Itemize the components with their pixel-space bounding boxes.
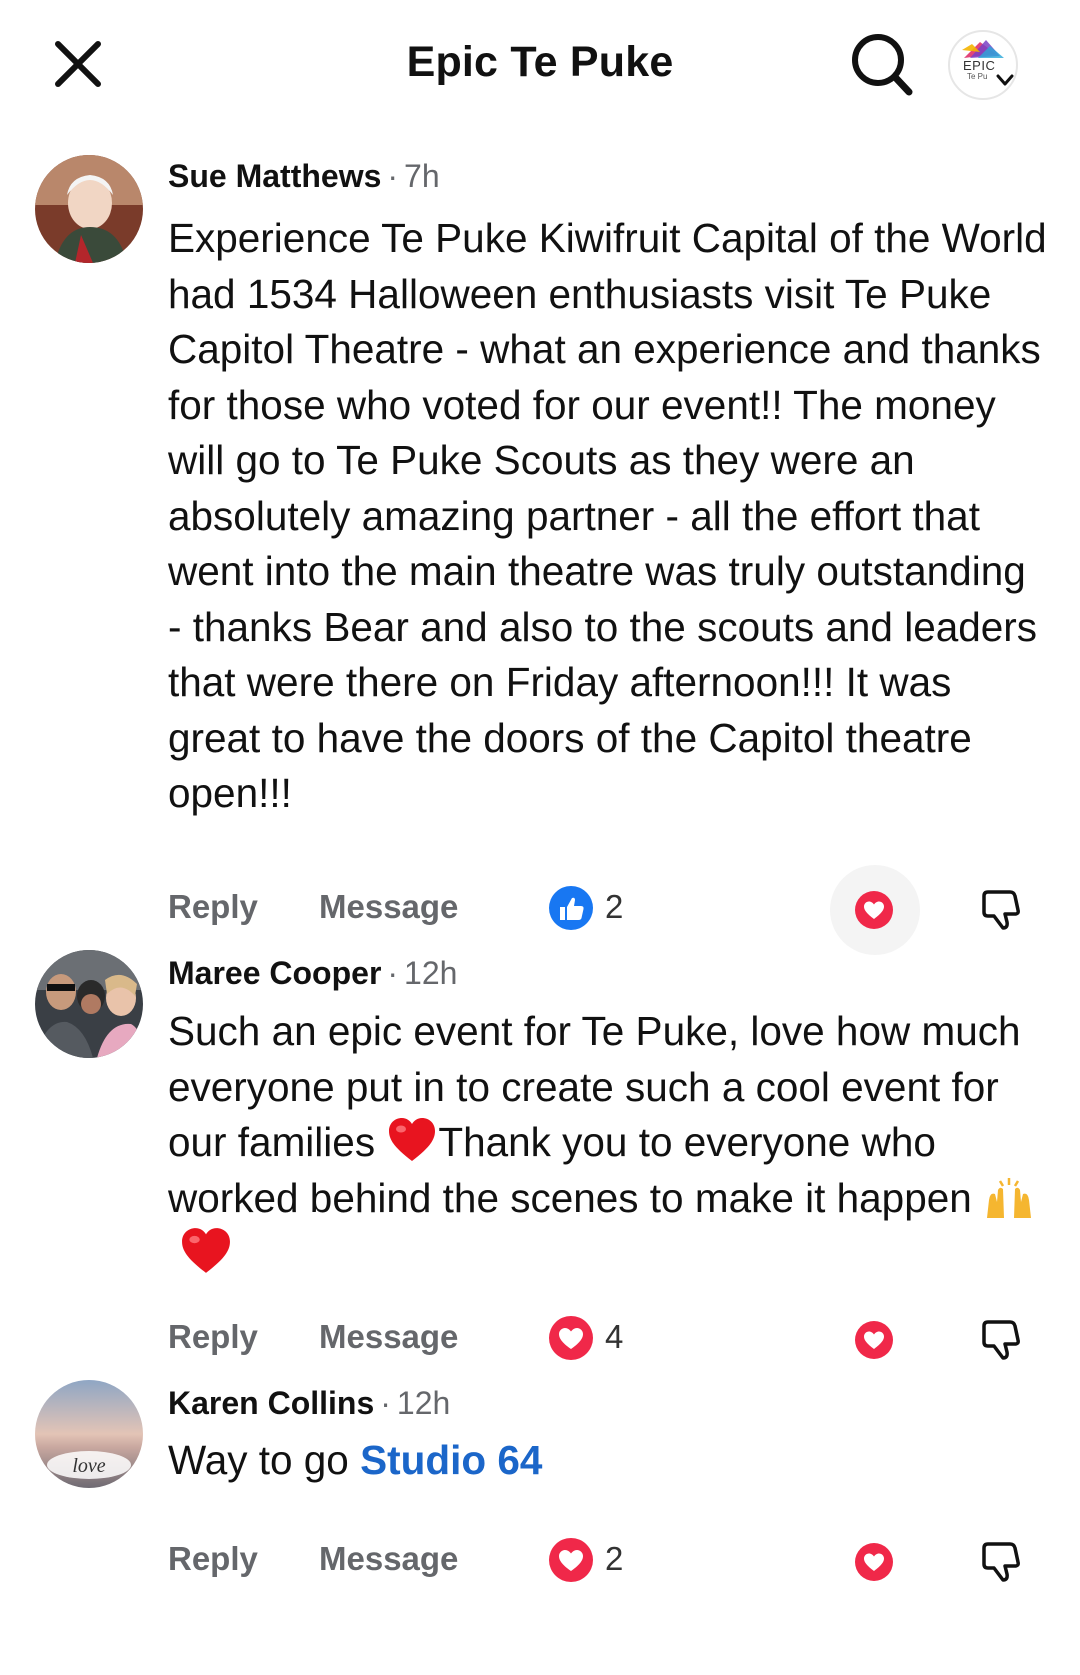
reaction-count: 4 xyxy=(605,1318,624,1355)
separator-dot: · xyxy=(387,955,399,991)
love-react-icon[interactable] xyxy=(854,890,894,930)
page-logo-subtext: Te Pu xyxy=(967,72,988,81)
like-reaction-icon[interactable] xyxy=(548,885,594,931)
avatar[interactable]: love xyxy=(35,1380,143,1488)
dislike-icon[interactable] xyxy=(978,1540,1022,1584)
message-button[interactable]: Message xyxy=(319,888,458,926)
separator-dot: · xyxy=(387,158,399,194)
comment-time[interactable]: 12h xyxy=(404,955,457,991)
comment-header: Maree Cooper · 12h xyxy=(168,955,457,992)
love-react-icon[interactable] xyxy=(854,1320,894,1360)
reply-button[interactable]: Reply xyxy=(168,1318,258,1356)
mention-link[interactable]: Studio 64 xyxy=(360,1437,542,1483)
commenter-name[interactable]: Karen Collins xyxy=(168,1385,374,1421)
dislike-icon[interactable] xyxy=(978,1318,1022,1362)
love-reaction-icon[interactable] xyxy=(548,1315,594,1361)
comment-text-part: Way to go xyxy=(168,1437,361,1483)
comment-time[interactable]: 7h xyxy=(404,158,440,194)
page-avatar[interactable]: EPIC Te Pu xyxy=(948,30,1018,100)
red-heart-emoji-icon xyxy=(389,1118,436,1161)
comment-actions: Reply Message 4 xyxy=(0,1300,1080,1360)
chevron-down-icon[interactable] xyxy=(995,72,1015,88)
reply-button[interactable]: Reply xyxy=(168,888,258,926)
reply-button[interactable]: Reply xyxy=(168,1540,258,1578)
reaction-count: 2 xyxy=(605,888,624,925)
love-reaction-icon[interactable] xyxy=(548,1537,594,1583)
red-heart-emoji-icon xyxy=(182,1228,230,1273)
search-icon[interactable] xyxy=(848,30,914,100)
page-title: Epic Te Puke xyxy=(406,38,674,86)
commenter-name[interactable]: Sue Matthews xyxy=(168,158,381,194)
dislike-icon[interactable] xyxy=(978,888,1022,932)
commenter-name[interactable]: Maree Cooper xyxy=(168,955,381,991)
comment-actions: Reply Message 2 xyxy=(0,1520,1080,1583)
comment-text: Experience Te Puke Kiwifruit Capital of … xyxy=(168,215,1047,816)
reaction-count: 2 xyxy=(605,1540,624,1577)
love-react-icon[interactable] xyxy=(854,1542,894,1582)
message-button[interactable]: Message xyxy=(319,1540,458,1578)
comment-text: Way to go Studio 64 xyxy=(168,1433,1048,1489)
avatar-love-text: love xyxy=(72,1455,105,1477)
top-bar: Epic Te Puke EPIC Te Pu xyxy=(0,0,1080,130)
raising-hands-emoji-icon xyxy=(987,1177,1032,1218)
message-button[interactable]: Message xyxy=(319,1318,458,1356)
comment-header: Karen Collins · 12h xyxy=(168,1385,450,1422)
comment-actions: Reply Message 2 xyxy=(0,865,1080,955)
comment-header: Sue Matthews · 7h xyxy=(168,158,440,195)
page-logo-text: EPIC xyxy=(963,58,996,73)
comment-time[interactable]: 12h xyxy=(397,1385,450,1421)
avatar[interactable] xyxy=(35,155,143,263)
separator-dot: · xyxy=(380,1385,391,1421)
avatar[interactable] xyxy=(35,950,143,1058)
comment-text: Such an epic event for Te Puke, love how… xyxy=(168,1004,1048,1283)
